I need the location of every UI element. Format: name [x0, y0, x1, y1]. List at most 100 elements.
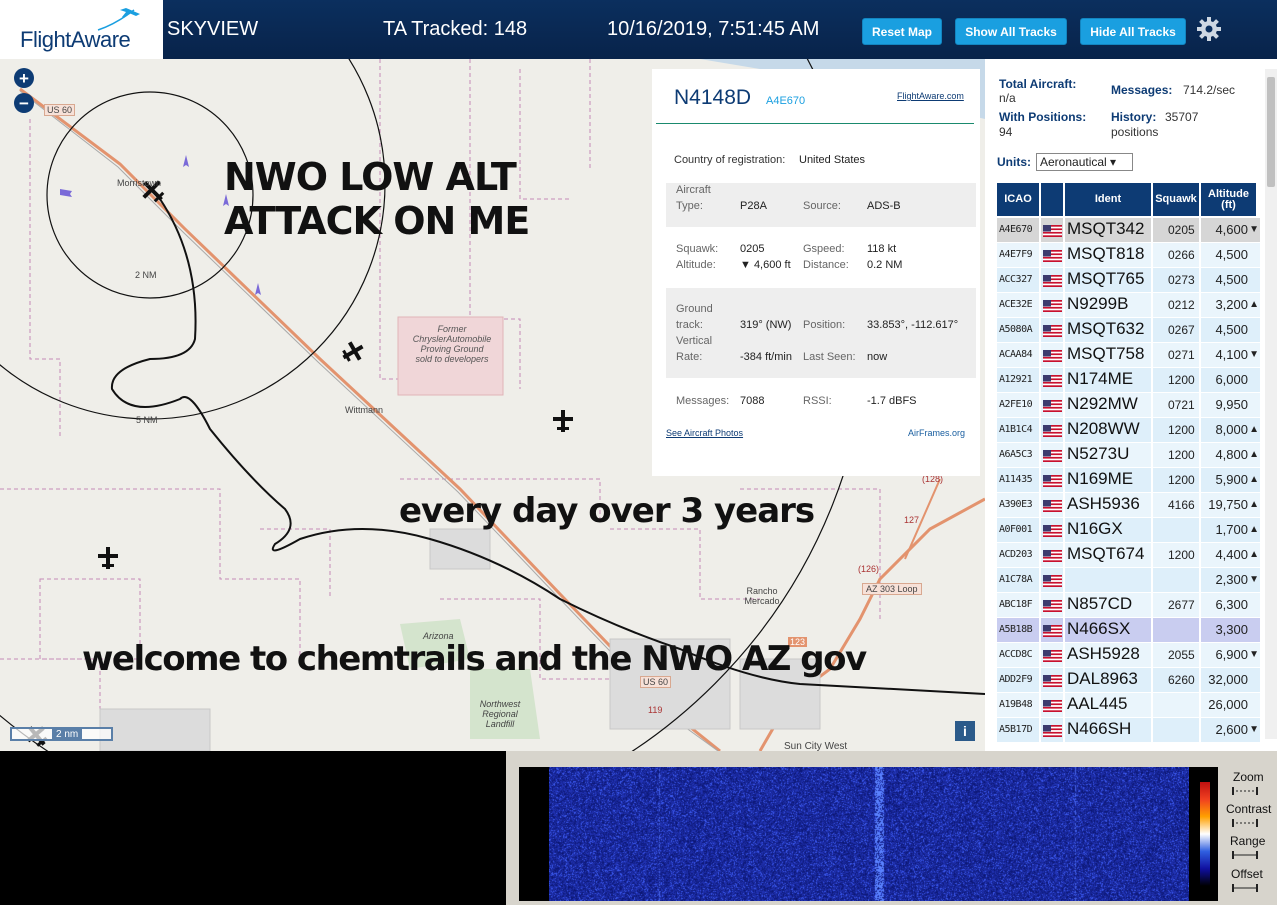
column-divider: [1151, 593, 1153, 617]
us-flag-icon: [1043, 324, 1062, 337]
table-row[interactable]: A5B18B N466SX 3,300: [997, 618, 1260, 642]
aircraft-icon[interactable]: [96, 545, 120, 571]
total-aircraft-label: Total Aircraft:: [999, 77, 1077, 91]
flightaware-link[interactable]: FlightAware.com: [897, 91, 964, 101]
row-icao: A0F001: [999, 524, 1033, 535]
ground-track-label: track:: [676, 319, 703, 331]
table-row[interactable]: ABC18F N857CD 2677 6,300: [997, 593, 1260, 617]
table-row[interactable]: ACD203 MSQT674 1200 4,400 ▲: [997, 543, 1260, 567]
show-all-tracks-button[interactable]: Show All Tracks: [955, 18, 1067, 45]
column-divider: [1151, 468, 1153, 492]
row-icao: A5B17D: [999, 724, 1033, 735]
row-altitude: 4,600: [1215, 222, 1248, 237]
source-label: Source:: [803, 200, 841, 212]
column-divider: [1199, 668, 1201, 692]
table-row[interactable]: ACCD8C ASH5928 2055 6,900 ▼: [997, 643, 1260, 667]
offset-slider[interactable]: [1231, 883, 1259, 893]
table-row[interactable]: A12921 N174ME 1200 6,000: [997, 368, 1260, 392]
col-squawk[interactable]: Squawk: [1153, 183, 1199, 216]
sidebar-scroll-thumb[interactable]: [1267, 77, 1275, 187]
row-trend-icon: ▼: [1249, 224, 1259, 235]
row-altitude: 4,500: [1215, 322, 1248, 337]
row-ident: MSQT632: [1067, 319, 1145, 338]
column-divider: [1063, 243, 1065, 267]
row-squawk: 1200: [1168, 423, 1195, 437]
us-flag-icon: [1043, 699, 1062, 712]
last-seen-value: now: [867, 351, 888, 363]
column-divider: [1151, 543, 1153, 567]
road-number: 119: [648, 705, 663, 715]
zoom-out-button[interactable]: −: [14, 93, 34, 113]
messages-rate-value: 714.2/sec: [1183, 83, 1236, 97]
table-row[interactable]: ACC327 MSQT765 0273 4,500: [997, 268, 1260, 292]
squawk-label: Squawk:: [676, 243, 719, 255]
row-icao: A19B48: [999, 699, 1033, 710]
table-row[interactable]: A2FE10 N292MW 0721 9,950: [997, 393, 1260, 417]
column-divider: [1199, 243, 1201, 267]
row-icao: A4E670: [999, 224, 1033, 235]
units-select[interactable]: Aeronautical ▾: [1036, 153, 1133, 171]
with-positions-label: With Positions:: [999, 110, 1087, 124]
row-icao: ADD2F9: [999, 674, 1033, 685]
color-scale-bar: [1200, 782, 1210, 886]
aircraft-photos-link[interactable]: See Aircraft Photos: [666, 428, 743, 438]
app-title: SKYVIEW: [167, 18, 259, 40]
range-slider[interactable]: [1231, 850, 1259, 860]
table-row[interactable]: ADD2F9 DAL8963 6260 32,000: [997, 668, 1260, 692]
reset-map-button[interactable]: Reset Map: [862, 18, 942, 45]
flightaware-logo[interactable]: FlightAware: [0, 0, 163, 59]
table-row[interactable]: A1B1C4 N208WW 1200 8,000 ▲: [997, 418, 1260, 442]
aircraft-icon[interactable]: [340, 339, 366, 365]
row-icao: A4E7F9: [999, 249, 1033, 260]
waterfall-display[interactable]: [549, 767, 1189, 901]
column-divider: [1199, 268, 1201, 292]
history-value: 35707 positions: [1111, 110, 1199, 139]
row-altitude: 3,200: [1215, 297, 1248, 312]
table-row[interactable]: A6A5C3 N5273U 1200 4,800 ▲: [997, 443, 1260, 467]
position-label: Position:: [803, 319, 846, 331]
table-row[interactable]: A5080A MSQT632 0267 4,500: [997, 318, 1260, 342]
table-row[interactable]: A11435 N169ME 1200 5,900 ▲: [997, 468, 1260, 492]
zoom-in-button[interactable]: +: [14, 68, 34, 88]
row-squawk: 6260: [1168, 673, 1195, 687]
column-divider: [1039, 418, 1041, 442]
map-scale-bar: 2 nm: [10, 727, 113, 741]
row-ident: MSQT818: [1067, 244, 1145, 263]
zoom-slider[interactable]: [1231, 786, 1259, 796]
table-row[interactable]: ACE32E N9299B 0212 3,200 ▲: [997, 293, 1260, 317]
table-row[interactable]: A4E7F9 MSQT818 0266 4,500: [997, 243, 1260, 267]
column-divider: [1151, 243, 1153, 267]
row-altitude: 6,300: [1215, 597, 1248, 612]
row-icao: ABC18F: [999, 599, 1033, 610]
gear-icon[interactable]: [1196, 16, 1222, 42]
table-row[interactable]: A4E670 MSQT342 0205 4,600 ▼: [997, 218, 1260, 242]
column-divider: [1063, 393, 1065, 417]
with-positions-value: 94: [999, 125, 1013, 139]
column-divider: [1199, 318, 1201, 342]
hide-all-tracks-button[interactable]: Hide All Tracks: [1080, 18, 1186, 45]
row-ident: N208WW: [1067, 419, 1140, 438]
col-altitude[interactable]: Altitude (ft): [1201, 183, 1256, 216]
column-divider: [1063, 368, 1065, 392]
rssi-label: RSSI:: [803, 395, 832, 407]
row-ident: N9299B: [1067, 294, 1129, 313]
table-row[interactable]: A5B17D N466SH 2,600 ▼: [997, 718, 1260, 742]
table-row[interactable]: A19B48 AAL445 26,000: [997, 693, 1260, 717]
table-row[interactable]: A390E3 ASH5936 4166 19,750 ▲: [997, 493, 1260, 517]
contrast-slider[interactable]: [1231, 818, 1259, 828]
column-divider: [1063, 318, 1065, 342]
table-row[interactable]: A0F001 N16GX 1,700 ▲: [997, 518, 1260, 542]
aircraft-icon[interactable]: [551, 408, 575, 434]
row-ident: AAL445: [1067, 694, 1128, 713]
table-row[interactable]: A1C78A 2,300 ▼: [997, 568, 1260, 592]
row-ident: N169ME: [1067, 469, 1134, 488]
info-button[interactable]: i: [955, 721, 975, 741]
airframes-link[interactable]: AirFrames.org: [908, 428, 965, 438]
col-ident[interactable]: Ident: [1065, 183, 1151, 216]
col-icao[interactable]: ICAO: [997, 183, 1039, 216]
row-squawk: 1200: [1168, 473, 1195, 487]
town-label: Sun City West: [784, 741, 848, 751]
table-row[interactable]: ACAA84 MSQT758 0271 4,100 ▼: [997, 343, 1260, 367]
column-divider: [1039, 443, 1041, 467]
column-divider: [1063, 493, 1065, 517]
